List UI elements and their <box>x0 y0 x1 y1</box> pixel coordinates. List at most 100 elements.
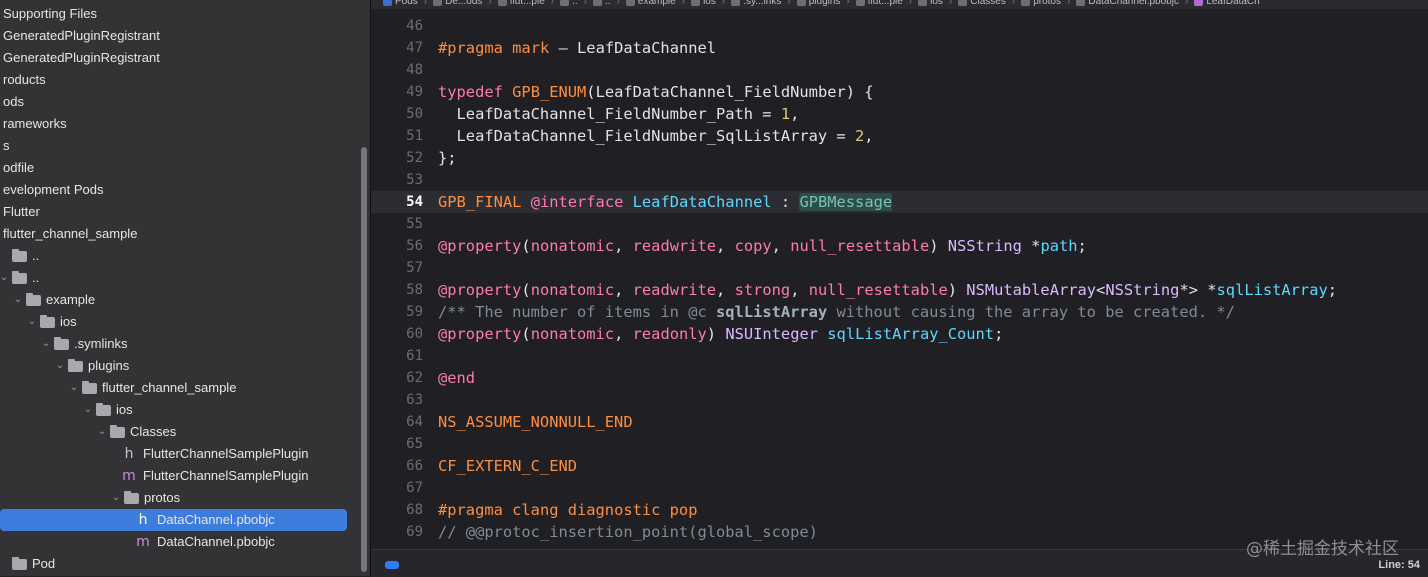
code-line-row[interactable]: 55 <box>371 213 1428 235</box>
folder-icon <box>12 271 27 284</box>
folder-icon <box>26 293 41 306</box>
tree-row[interactable]: m DataChannel.pbobjc <box>0 531 360 553</box>
tree-row[interactable]: ⌄ plugins <box>0 355 360 377</box>
line-number: 69 <box>406 524 423 540</box>
code-line-row[interactable]: 62 <box>371 367 1428 389</box>
tree-row[interactable]: ⌄ flutter_channel_sample <box>0 377 360 399</box>
breadcrumb-label: .. <box>572 0 578 7</box>
disclosure-chevron-icon[interactable]: ⌄ <box>82 399 94 421</box>
navigator-scrollbar[interactable] <box>361 147 367 572</box>
breadcrumb-separator-icon: › <box>423 0 428 7</box>
breadcrumb-item[interactable]: ios › <box>691 0 725 7</box>
breadcrumb-separator-icon: › <box>846 0 850 7</box>
tree-row[interactable]: GeneratedPluginRegistrant <box>0 25 360 47</box>
tree-row-label: DataChannel.pbobjc <box>157 534 275 549</box>
project-navigator: Supporting Files GeneratedPluginRegistran… <box>0 0 370 576</box>
folder-icon <box>40 315 55 328</box>
breadcrumb-item[interactable]: example › <box>625 0 686 7</box>
tree-row[interactable]: flutter_channel_sample <box>0 223 360 245</box>
breadcrumb-item[interactable]: De...ods › <box>433 0 492 7</box>
code-line-row[interactable]: 65 <box>371 433 1428 455</box>
tree-row[interactable]: s <box>0 135 360 157</box>
folder-icon <box>54 337 69 350</box>
tree-row[interactable]: rameworks <box>0 113 360 135</box>
tree-row-label: odfile <box>3 160 35 175</box>
breadcrumb-item[interactable]: flut...ple › <box>855 0 912 7</box>
tree-row[interactable]: odfile <box>0 157 360 179</box>
breadcrumb-item[interactable]: Pods › <box>383 0 427 7</box>
breadcrumb-separator-icon: › <box>1067 0 1071 7</box>
breadcrumb-label: plugins <box>808 0 841 7</box>
disclosure-chevron-icon[interactable]: ⌄ <box>40 333 52 355</box>
disclosure-chevron-icon[interactable]: ⌄ <box>12 289 24 311</box>
line-number: 57 <box>406 260 423 276</box>
code-line-51: LeafDataChannel_FieldNumber_SqlListArray… <box>438 127 874 145</box>
tree-row[interactable]: ⌄ example <box>0 289 360 311</box>
tree-row[interactable]: h FlutterChannelSamplePlugin <box>0 443 360 465</box>
tree-row-label: roducts <box>3 72 46 87</box>
tree-row-label: .symlinks <box>74 336 128 351</box>
line-number: 65 <box>406 436 423 452</box>
breadcrumb-item[interactable]: Classes › <box>958 0 1015 7</box>
breadcrumb-label: De...ods <box>445 0 483 7</box>
line-number: 60 <box>406 326 423 342</box>
tree-row[interactable]: h DataChannel.pbobjc <box>0 509 347 531</box>
code-line-row[interactable]: 57 <box>371 257 1428 279</box>
source-editor[interactable]: 46 47 48 49 50 51 52 53 54 55 56 57 58 59 60 61 62 63 64 65… <box>371 9 1428 549</box>
header-file-icon: h <box>138 512 148 528</box>
code-line-row[interactable]: 52 <box>371 147 1428 169</box>
code-line-47: #pragma mark – LeafDataChannel <box>438 39 717 57</box>
tree-row[interactable]: ⌄ protos <box>0 487 360 509</box>
code-line-row[interactable]: 48 <box>371 59 1428 81</box>
code-line-69: // @@protoc_insertion_point(global_scope… <box>438 523 818 541</box>
code-line-row[interactable]: 67 <box>371 477 1428 499</box>
disclosure-chevron-icon[interactable]: ⌄ <box>0 267 10 289</box>
code-line-row[interactable]: 46 <box>371 15 1428 37</box>
disclosure-chevron-icon[interactable]: ⌄ <box>110 487 122 509</box>
code-line-56: @property(nonatomic, readwrite, copy, nu… <box>438 237 1087 255</box>
tree-row[interactable]: ods <box>0 91 360 113</box>
tree-row[interactable]: roducts <box>0 69 360 91</box>
breadcrumb-item[interactable]: .. › <box>593 0 620 7</box>
tree-row[interactable]: ⌄ .symlinks <box>0 333 360 355</box>
tree-row[interactable]: m FlutterChannelSamplePlugin <box>0 465 360 487</box>
breadcrumb-item[interactable]: flut...ple › <box>497 0 554 7</box>
breadcrumb-item[interactable]: LeafDataCh <box>1194 0 1260 7</box>
breadcrumb-item[interactable]: plugins › <box>796 0 850 7</box>
folder-icon <box>1194 0 1204 6</box>
code-line-row[interactable]: 53 <box>371 169 1428 191</box>
code-line-row[interactable]: 61 <box>371 345 1428 367</box>
breadcrumb-label: flut...ple <box>509 0 545 7</box>
code-line-row[interactable]: 63 <box>371 389 1428 411</box>
tree-row[interactable]: ⌄ ios <box>0 311 360 333</box>
tree-row[interactable]: ⌄.. <box>0 267 360 289</box>
tree-row[interactable]: GeneratedPluginRegistrant <box>0 47 360 69</box>
breadcrumb-separator-icon: › <box>681 0 686 7</box>
debug-area-toggle-icon[interactable] <box>385 561 399 569</box>
tree-row[interactable]: evelopment Pods <box>0 179 360 201</box>
breadcrumb-label: example <box>637 0 676 7</box>
tree-row[interactable]: ⌄ ios <box>0 399 360 421</box>
tree-row-label: ios <box>60 314 77 329</box>
breadcrumb-item[interactable]: DataChannel.pbobjc › <box>1076 0 1188 7</box>
disclosure-chevron-icon[interactable]: ⌄ <box>68 377 80 399</box>
tree-row[interactable]: Pod <box>0 553 360 575</box>
disclosure-chevron-icon[interactable]: ⌄ <box>26 311 38 333</box>
breadcrumb-item[interactable]: .sy...inks › <box>731 0 791 7</box>
disclosure-chevron-icon[interactable]: ⌄ <box>54 355 66 377</box>
breadcrumb-item[interactable]: .. › <box>560 0 587 7</box>
tree-row[interactable]: ⌄ Classes <box>0 421 360 443</box>
breadcrumb: Pods › De...ods › flut...ple ›.. ›.. › example › i… <box>383 0 1266 7</box>
line-number: 53 <box>406 172 423 188</box>
disclosure-chevron-icon[interactable]: ⌄ <box>96 421 108 443</box>
code-line-59: /** The number of items in @c sqlListArr… <box>438 303 1235 321</box>
breadcrumb-item[interactable]: ios › <box>918 0 952 7</box>
breadcrumb-item[interactable]: protos › <box>1021 0 1070 7</box>
line-number: 58 <box>406 282 423 298</box>
tree-row[interactable]: .. <box>0 245 360 267</box>
tree-row[interactable]: Supporting Files <box>0 3 360 25</box>
tree-row-label: DataChannel.pbobjc <box>157 512 275 527</box>
breadcrumb-separator-icon: › <box>721 0 726 7</box>
tree-row[interactable]: Flutter <box>0 201 360 223</box>
breadcrumb-label: flut...ple <box>867 0 903 7</box>
